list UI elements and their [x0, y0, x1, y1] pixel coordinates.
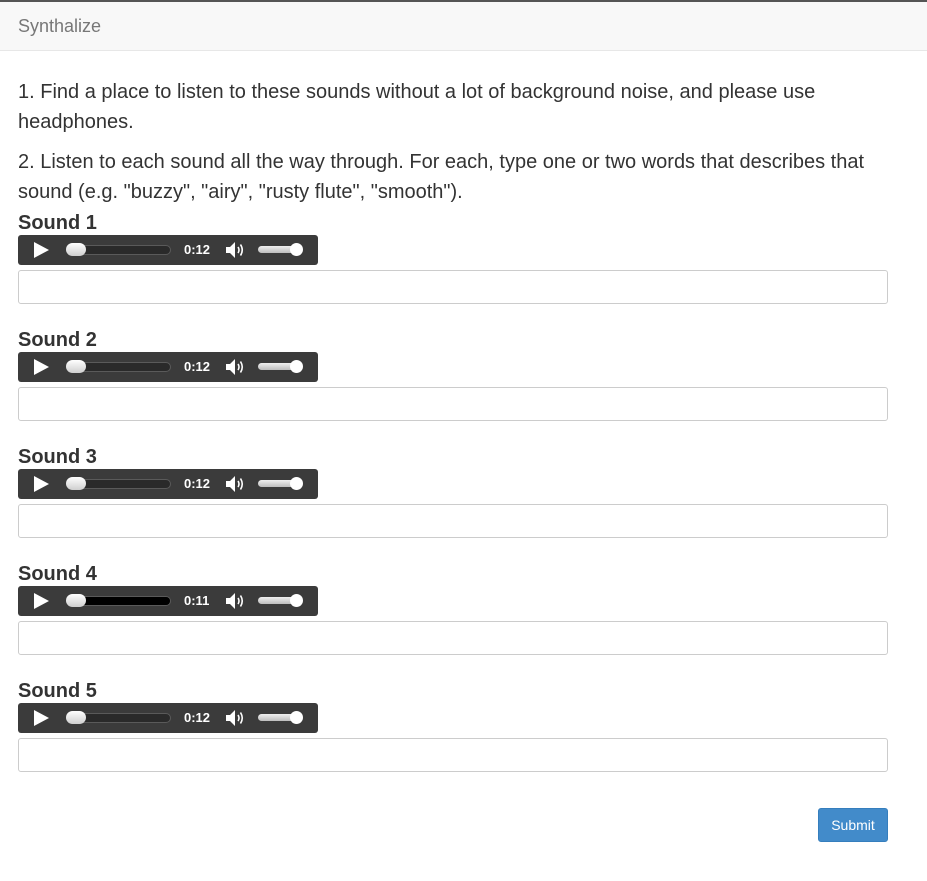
- time-display: 0:12: [184, 242, 211, 257]
- sound-description-input[interactable]: [18, 504, 888, 538]
- play-icon[interactable]: [34, 593, 49, 609]
- play-icon[interactable]: [34, 476, 49, 492]
- sound-title: Sound 1: [18, 212, 97, 234]
- volume-handle[interactable]: [290, 360, 303, 373]
- audio-player[interactable]: 0:11: [18, 586, 318, 616]
- volume-icon[interactable]: [224, 708, 248, 728]
- sound-title: Sound 2: [18, 329, 97, 351]
- volume-icon[interactable]: [224, 591, 248, 611]
- sound-list: Sound 1 0:12 Sound 2 0:12 Sound 3 0:12 Sound 4…: [18, 211, 888, 772]
- volume-icon[interactable]: [224, 240, 248, 260]
- submit-button[interactable]: Submit: [818, 808, 888, 842]
- audio-player[interactable]: 0:12: [18, 703, 318, 733]
- volume-icon[interactable]: [224, 357, 248, 377]
- sound-title: Sound 3: [18, 446, 97, 468]
- play-icon[interactable]: [34, 710, 49, 726]
- volume-handle[interactable]: [290, 243, 303, 256]
- time-display: 0:12: [184, 359, 211, 374]
- sound-block: Sound 2 0:12: [18, 328, 888, 421]
- sound-title: Sound 5: [18, 680, 97, 702]
- time-display: 0:12: [184, 476, 211, 491]
- play-icon[interactable]: [34, 242, 49, 258]
- sound-block: Sound 4 0:11: [18, 562, 888, 655]
- instruction-1: 1. Find a place to listen to these sound…: [18, 81, 816, 133]
- brand[interactable]: Synthalize: [18, 16, 101, 37]
- sound-description-input[interactable]: [18, 738, 888, 772]
- volume-handle[interactable]: [290, 477, 303, 490]
- sound-block: Sound 5 0:12: [18, 679, 888, 772]
- play-icon[interactable]: [34, 359, 49, 375]
- main-content: 1. Find a place to listen to these sound…: [18, 77, 888, 796]
- sound-description-input[interactable]: [18, 621, 888, 655]
- time-display: 0:11: [184, 593, 210, 608]
- sound-block: Sound 3 0:12: [18, 445, 888, 538]
- audio-player[interactable]: 0:12: [18, 352, 318, 382]
- sound-description-input[interactable]: [18, 387, 888, 421]
- seek-handle[interactable]: [66, 594, 86, 607]
- sound-title: Sound 4: [18, 563, 97, 585]
- audio-player[interactable]: 0:12: [18, 469, 318, 499]
- sound-block: Sound 1 0:12: [18, 211, 888, 304]
- volume-icon[interactable]: [224, 474, 248, 494]
- volume-handle[interactable]: [290, 594, 303, 607]
- audio-player[interactable]: 0:12: [18, 235, 318, 265]
- seek-handle[interactable]: [66, 477, 86, 490]
- seek-handle[interactable]: [66, 711, 86, 724]
- sound-description-input[interactable]: [18, 270, 888, 304]
- seek-handle[interactable]: [66, 360, 86, 373]
- instruction-2: 2. Listen to each sound all the way thro…: [18, 151, 865, 203]
- navbar: Synthalize: [0, 0, 927, 51]
- seek-handle[interactable]: [66, 243, 86, 256]
- time-display: 0:12: [184, 710, 211, 725]
- volume-handle[interactable]: [290, 711, 303, 724]
